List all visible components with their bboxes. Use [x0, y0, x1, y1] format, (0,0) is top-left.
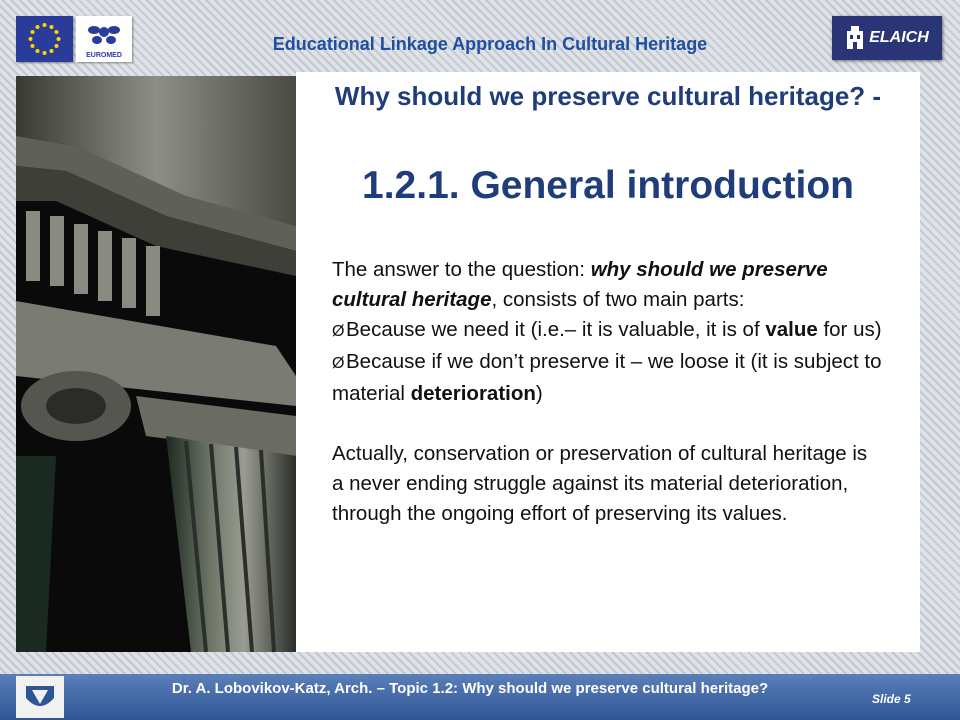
eu-flag-logo: [16, 16, 73, 62]
bullet-item-2: ØBecause if we don’t preserve it – we lo…: [332, 347, 884, 409]
euromed-emblem-icon: EUROMED: [76, 16, 132, 62]
slide-question-title: Why should we preserve cultural heritage…: [334, 81, 882, 111]
slide-number: Slide 5: [872, 692, 911, 706]
arrow-bullet-icon: Ø: [332, 323, 345, 340]
technion-emblem-icon: [26, 686, 54, 706]
intro-text-a: The answer to the question:: [332, 258, 591, 281]
euromed-logo: EUROMED: [76, 16, 132, 62]
bullet1-text-emphasis: value: [765, 318, 818, 341]
bullet1-text-c: for us): [817, 318, 882, 341]
elaich-logo: ELAICH: [832, 16, 942, 60]
bullet2-text-emphasis: deterioration: [410, 382, 536, 405]
building-icon: [847, 26, 864, 49]
bullet-item-1: ØBecause we need it (i.e.– it is valuabl…: [332, 315, 884, 347]
intro-paragraph: The answer to the question: why should w…: [332, 255, 884, 315]
bullet1-text-a: Because we need it (i.e.– it is valuable…: [346, 318, 766, 341]
elaich-logo-text: ELAICH: [869, 29, 929, 46]
footer-text: Dr. A. Lobovikov-Katz, Arch. – Topic 1.2…: [171, 680, 769, 697]
conclusion-paragraph: Actually, conservation or preservation o…: [332, 442, 868, 525]
bullet2-text-c: ): [535, 382, 543, 405]
header-title: Educational Linkage Approach In Cultural…: [272, 34, 708, 54]
slide-body: The answer to the question: why should w…: [332, 255, 884, 529]
column-photo: [16, 76, 296, 652]
eu-stars-icon: [16, 16, 73, 62]
slide-main-title: 1.2.1. General introduction: [362, 164, 854, 207]
technion-logo: [16, 676, 64, 718]
intro-text-c: , consists of two main parts:: [491, 288, 745, 311]
euromed-logo-text: EUROMED: [86, 52, 122, 59]
arrow-bullet-icon: Ø: [332, 355, 345, 372]
